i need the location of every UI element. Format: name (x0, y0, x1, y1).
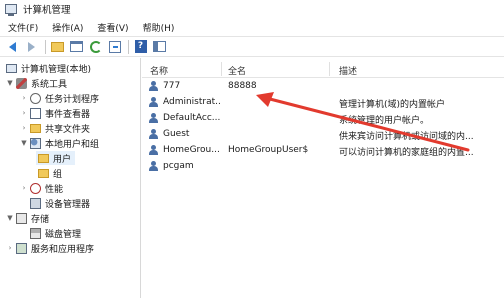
computer-management-icon (5, 4, 17, 16)
forward-arrow-icon (28, 41, 35, 52)
cell-full-name: HomeGroupUser$ (228, 145, 309, 155)
collapse-chevron-icon[interactable]: ▼ (6, 79, 14, 87)
folder-icon (38, 168, 49, 178)
show-console-tree-button[interactable] (68, 38, 85, 55)
expand-chevron-icon[interactable]: › (20, 184, 28, 192)
user-icon (148, 129, 159, 140)
expand-chevron-icon[interactable]: › (20, 124, 28, 132)
menu-help[interactable]: 帮助(H) (143, 21, 175, 34)
tree-item-shared-folders[interactable]: › 共享文件夹 (20, 121, 90, 135)
list-row-user[interactable]: DefaultAcc... 系统管理的用户帐户。 (142, 111, 504, 127)
user-icon (148, 145, 159, 156)
disk-icon (30, 227, 41, 239)
show-action-pane-icon (153, 41, 166, 52)
back-button[interactable] (4, 38, 21, 55)
column-header-name[interactable]: 名称 (150, 64, 168, 77)
cell-description: 供来宾访问计算机或访问域的内... (339, 132, 474, 142)
storage-icon (16, 212, 27, 224)
tree-item-storage[interactable]: ▼ 存储 (6, 211, 49, 225)
cell-description: 可以访问计算机的家庭组的内置... (339, 148, 474, 158)
cell-full-name: 88888 (228, 81, 257, 91)
event-viewer-icon (30, 107, 41, 119)
tree-item-groups[interactable]: 组 (36, 166, 62, 180)
list-row-user[interactable]: HomeGrou... HomeGroupUser$ 可以访问计算机的家庭组的内… (142, 143, 504, 159)
tree-item-services-apps[interactable]: › 服务和应用程序 (6, 241, 94, 255)
users-list-view: 名称 全名 描述 777 88888 Administrat... 管理计算机(… (142, 58, 504, 298)
menu-view[interactable]: 查看(V) (97, 21, 128, 34)
toolbar-separator (128, 39, 129, 54)
expand-chevron-icon[interactable]: › (20, 94, 28, 102)
column-header-full-name[interactable]: 全名 (228, 64, 246, 77)
user-icon (148, 161, 159, 172)
users-group-icon (30, 137, 41, 149)
collapse-chevron-icon[interactable]: ▼ (6, 214, 14, 222)
forward-button[interactable] (23, 38, 40, 55)
list-row-user[interactable]: Guest 供来宾访问计算机或访问域的内... (142, 127, 504, 143)
user-icon (148, 113, 159, 124)
cell-name: Administrat... (163, 97, 221, 107)
tree-item-event-viewer[interactable]: › 事件查看器 (20, 106, 90, 120)
console-tree: 计算机管理(本地) ▼ 系统工具 › 任务计划程序 › 事件查看器 › 共享文件… (0, 58, 141, 298)
user-icon (148, 81, 159, 92)
column-header-description[interactable]: 描述 (339, 64, 357, 77)
toolbar-separator (45, 39, 46, 54)
cell-description: 系统管理的用户帐户。 (339, 116, 430, 126)
back-arrow-icon (9, 41, 16, 52)
tree-item-local-users-groups[interactable]: ▼ 本地用户和组 (20, 136, 99, 150)
tree-item-computer-management[interactable]: 计算机管理(本地) (4, 61, 91, 75)
show-action-pane-button[interactable] (151, 38, 168, 55)
user-icon (148, 97, 159, 108)
cell-description: 管理计算机(域)的内置帐户 (339, 100, 446, 110)
help-icon: ? (134, 40, 147, 53)
column-divider[interactable] (329, 62, 330, 76)
up-one-level-button[interactable] (49, 38, 66, 55)
tree-item-performance[interactable]: › 性能 (20, 181, 63, 195)
clock-icon (30, 92, 41, 104)
show-console-tree-icon (70, 41, 83, 52)
performance-icon (30, 182, 41, 194)
services-icon (16, 242, 27, 254)
collapse-chevron-icon[interactable]: ▼ (20, 139, 28, 147)
cell-name: HomeGrou... (163, 145, 220, 155)
refresh-button[interactable] (87, 38, 104, 55)
tree-item-users[interactable]: 用户 (36, 151, 76, 165)
refresh-icon (89, 40, 102, 53)
cell-name: 777 (163, 81, 181, 91)
menu-file[interactable]: 文件(F) (8, 21, 38, 34)
menu-action[interactable]: 操作(A) (52, 21, 83, 34)
cell-name: Guest (163, 129, 190, 139)
folder-icon (38, 153, 49, 163)
device-manager-icon (30, 197, 41, 209)
tree-item-device-manager[interactable]: 设备管理器 (28, 196, 90, 210)
expand-chevron-icon[interactable]: › (20, 109, 28, 117)
toolbar: ? (0, 36, 504, 57)
tree-item-system-tools[interactable]: ▼ 系统工具 (6, 76, 67, 90)
computer-icon (6, 63, 17, 73)
cell-name: pcgam (163, 161, 194, 171)
list-row-user[interactable]: pcgam (142, 159, 504, 175)
tree-item-task-scheduler[interactable]: › 任务计划程序 (20, 91, 99, 105)
up-folder-icon (51, 41, 64, 52)
tools-icon (16, 77, 27, 89)
list-row-user[interactable]: 777 88888 (142, 79, 504, 95)
menu-bar: 文件(F) 操作(A) 查看(V) 帮助(H) (0, 19, 504, 35)
cell-name: DefaultAcc... (163, 113, 221, 123)
expand-chevron-icon[interactable]: › (6, 244, 14, 252)
list-row-user[interactable]: Administrat... 管理计算机(域)的内置帐户 (142, 95, 504, 111)
export-list-button[interactable] (106, 38, 123, 55)
help-button[interactable]: ? (132, 38, 149, 55)
tree-item-disk-management[interactable]: 磁盘管理 (28, 226, 81, 240)
title-bar: 计算机管理 (0, 0, 504, 18)
list-header: 名称 全名 描述 (142, 60, 504, 78)
export-list-icon (108, 40, 121, 53)
shared-folder-icon (30, 123, 41, 133)
window-title: 计算机管理 (23, 5, 71, 16)
column-divider[interactable] (221, 62, 222, 76)
